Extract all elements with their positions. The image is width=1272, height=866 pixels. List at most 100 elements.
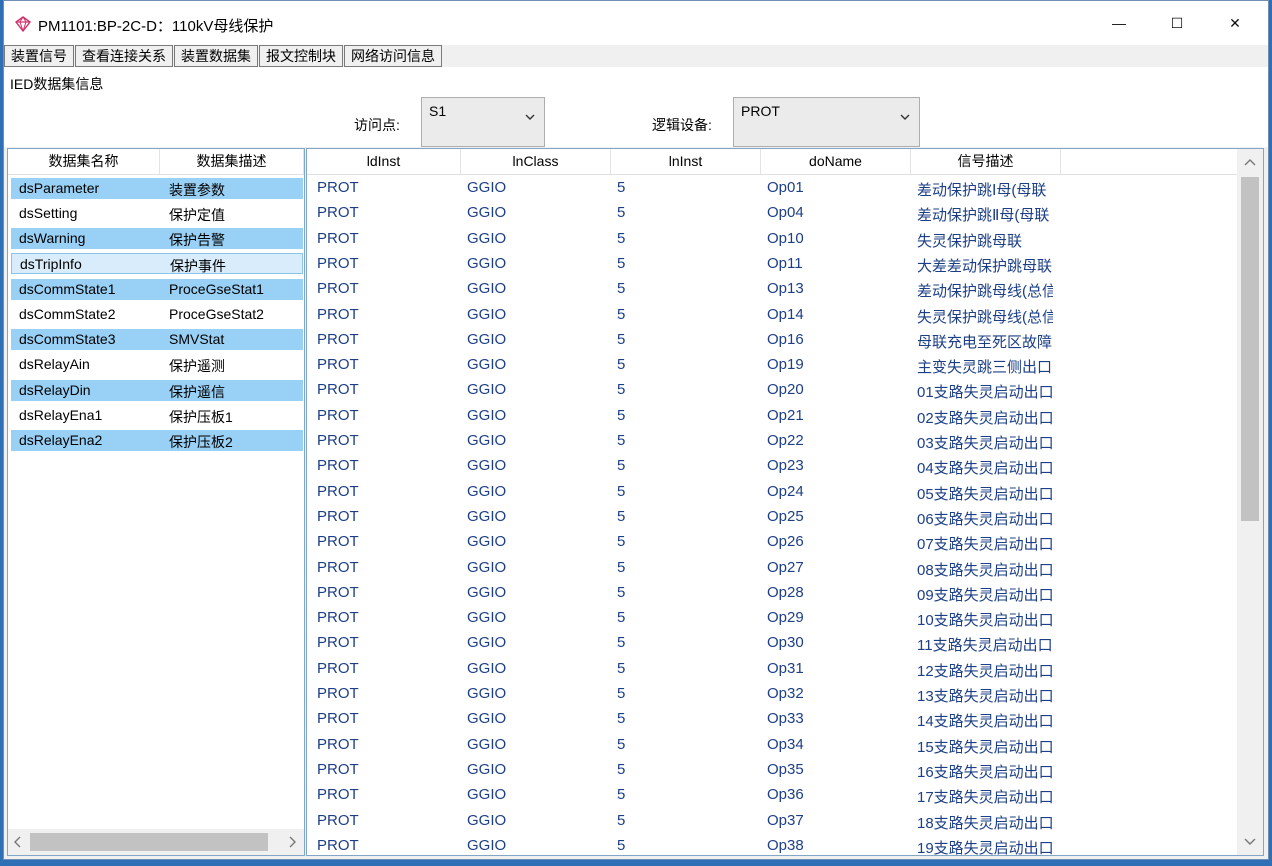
dataset-row[interactable]: dsTripInfo 保护事件 [11, 253, 303, 274]
dataset-name: dsCommState3 [19, 331, 116, 347]
scrollbar-thumb[interactable] [1241, 177, 1259, 521]
table-row[interactable]: PROT GGIO 5 Op24 05支路失灵启动出口 [307, 480, 1237, 505]
table-row[interactable]: PROT GGIO 5 Op27 08支路失灵启动出口 [307, 556, 1237, 581]
table-row[interactable]: PROT GGIO 5 Op22 03支路失灵启动出口 [307, 429, 1237, 454]
table-row[interactable]: PROT GGIO 5 Op26 07支路失灵启动出口 [307, 530, 1237, 555]
logic-device-select[interactable]: PROT [733, 97, 920, 147]
column-header-signal-desc[interactable]: 信号描述 [911, 149, 1061, 174]
menu-network-access[interactable]: 网络访问信息 [344, 45, 442, 67]
dataset-row[interactable]: dsCommState3 SMVStat [11, 329, 303, 350]
dataset-desc: 保护压板2 [169, 434, 233, 450]
table-row[interactable]: PROT GGIO 5 Op30 11支路失灵启动出口 [307, 631, 1237, 656]
scroll-left-icon[interactable] [14, 836, 22, 848]
table-row[interactable]: PROT GGIO 5 Op29 10支路失灵启动出口 [307, 606, 1237, 631]
cell-doname: Op23 [767, 457, 804, 475]
cell-doname: Op11 [767, 254, 803, 272]
cell-signal-desc: 失灵保护跳母线(总信 [917, 308, 1053, 326]
menu-bar: 装置信号 查看连接关系 装置数据集 报文控制块 网络访问信息 [4, 45, 443, 67]
cell-ldinst: PROT [317, 786, 359, 804]
minimize-button[interactable]: — [1090, 1, 1148, 45]
dataset-name: dsWarning [19, 230, 86, 246]
table-row[interactable]: PROT GGIO 5 Op10 失灵保护跳母联 [307, 227, 1237, 252]
table-row[interactable]: PROT GGIO 5 Op21 02支路失灵启动出口 [307, 404, 1237, 429]
table-row[interactable]: PROT GGIO 5 Op33 14支路失灵启动出口 [307, 707, 1237, 732]
dataset-desc: SMVStat [169, 331, 225, 347]
cell-lnclass: GGIO [467, 786, 507, 804]
cell-signal-desc: 17支路失灵启动出口 [917, 789, 1053, 807]
dataset-row[interactable]: dsRelayEna1 保护压板1 [11, 405, 303, 426]
ied-dataset-panel: IED数据集信息 访问点: S1 逻辑设备: PROT [4, 67, 1268, 147]
dataset-row[interactable]: dsCommState2 ProceGseStat2 [11, 304, 303, 325]
table-row[interactable]: PROT GGIO 5 Op19 主变失灵跳三侧出口 [307, 353, 1237, 378]
cell-lnclass: GGIO [467, 685, 507, 702]
table-row[interactable]: PROT GGIO 5 Op04 差动保护跳Ⅱ母(母联 [307, 201, 1237, 226]
cell-doname: Op24 [767, 482, 804, 500]
scroll-down-icon[interactable] [1244, 838, 1256, 846]
cell-lninst: 5 [617, 533, 626, 551]
cell-ldinst: PROT [317, 507, 359, 525]
cell-lnclass: GGIO [467, 735, 507, 753]
menu-report-control-block[interactable]: 报文控制块 [259, 45, 343, 67]
dataset-row[interactable]: dsSetting 保护定值 [11, 203, 303, 224]
cell-signal-desc: 03支路失灵启动出口 [917, 435, 1053, 452]
cell-ldinst: PROT [317, 533, 359, 551]
cell-lninst: 5 [617, 786, 626, 804]
menu-device-signal[interactable]: 装置信号 [4, 45, 74, 67]
dataset-row[interactable]: dsRelayDin 保护遥信 [11, 380, 303, 401]
table-row[interactable]: PROT GGIO 5 Op34 15支路失灵启动出口 [307, 733, 1237, 758]
table-row[interactable]: PROT GGIO 5 Op01 差动保护跳Ⅰ母(母联 [307, 176, 1237, 201]
cell-doname: Op31 [767, 659, 804, 677]
table-row[interactable]: PROT GGIO 5 Op28 09支路失灵启动出口 [307, 581, 1237, 606]
table-row[interactable]: PROT GGIO 5 Op20 01支路失灵启动出口 [307, 378, 1237, 403]
dataset-row[interactable]: dsParameter 装置参数 [11, 178, 303, 199]
menu-view-connections[interactable]: 查看连接关系 [75, 45, 173, 67]
column-header-ldinst[interactable]: ldInst [307, 149, 461, 174]
close-icon: ✕ [1229, 14, 1241, 31]
maximize-button[interactable]: ☐ [1148, 1, 1206, 45]
dataset-row[interactable]: dsCommState1 ProceGseStat1 [11, 279, 303, 300]
menu-device-datasets[interactable]: 装置数据集 [174, 45, 258, 67]
cell-lninst: 5 [617, 836, 626, 854]
table-row[interactable]: PROT GGIO 5 Op13 差动保护跳母线(总信 [307, 277, 1237, 302]
table-row[interactable]: PROT GGIO 5 Op23 04支路失灵启动出口 [307, 454, 1237, 479]
dataset-list-header: 数据集名称 数据集描述 [8, 149, 304, 175]
dataset-row[interactable]: dsRelayEna2 保护压板2 [11, 430, 303, 451]
chevron-down-icon [900, 114, 910, 120]
scrollbar-thumb[interactable] [30, 833, 268, 851]
app-window: PM1101:BP-2C-D：110kV母线保护 — ☐ ✕ 装置信号 查看连接… [3, 0, 1269, 860]
horizontal-scrollbar[interactable] [8, 829, 304, 855]
cell-lnclass: GGIO [467, 609, 507, 627]
cell-lninst: 5 [617, 507, 626, 525]
cell-lninst: 5 [617, 659, 626, 677]
column-header-lnclass[interactable]: lnClass [461, 149, 611, 174]
access-point-select[interactable]: S1 [421, 97, 545, 147]
column-header-dataset-name[interactable]: 数据集名称 [8, 149, 160, 174]
dataset-row[interactable]: dsWarning 保护告警 [11, 228, 303, 249]
column-header-lninst[interactable]: lnInst [611, 149, 761, 174]
table-row[interactable]: PROT GGIO 5 Op14 失灵保护跳母线(总信 [307, 303, 1237, 328]
table-row[interactable]: PROT GGIO 5 Op11 大差差动保护跳母联 [307, 252, 1237, 277]
scroll-right-icon[interactable] [288, 836, 296, 848]
table-row[interactable]: PROT GGIO 5 Op35 16支路失灵启动出口 [307, 758, 1237, 783]
column-header-doname[interactable]: doName [761, 149, 911, 174]
table-row[interactable]: PROT GGIO 5 Op16 母联充电至死区故障 [307, 328, 1237, 353]
close-button[interactable]: ✕ [1206, 1, 1264, 45]
table-row[interactable]: PROT GGIO 5 Op38 19支路失灵启动出口 [307, 834, 1237, 855]
table-row[interactable]: PROT GGIO 5 Op32 13支路失灵启动出口 [307, 682, 1237, 707]
vertical-scrollbar[interactable] [1237, 149, 1263, 855]
table-row[interactable]: PROT GGIO 5 Op31 12支路失灵启动出口 [307, 657, 1237, 682]
title-bar[interactable]: PM1101:BP-2C-D：110kV母线保护 — ☐ ✕ [4, 1, 1268, 45]
table-row[interactable]: PROT GGIO 5 Op37 18支路失灵启动出口 [307, 809, 1237, 834]
cell-ldinst: PROT [317, 330, 359, 348]
column-header-dataset-desc[interactable]: 数据集描述 [160, 149, 304, 174]
window-title: PM1101:BP-2C-D：110kV母线保护 [38, 18, 274, 35]
cell-lninst: 5 [617, 305, 626, 323]
cell-doname: Op25 [767, 507, 804, 525]
table-row[interactable]: PROT GGIO 5 Op25 06支路失灵启动出口 [307, 505, 1237, 530]
table-row[interactable]: PROT GGIO 5 Op36 17支路失灵启动出口 [307, 783, 1237, 808]
cell-lnclass: GGIO [467, 406, 507, 424]
cell-doname: Op01 [767, 179, 804, 196]
cell-signal-desc: 08支路失灵启动出口 [917, 561, 1053, 579]
dataset-row[interactable]: dsRelayAin 保护遥测 [11, 354, 303, 375]
scroll-up-icon[interactable] [1244, 158, 1256, 166]
